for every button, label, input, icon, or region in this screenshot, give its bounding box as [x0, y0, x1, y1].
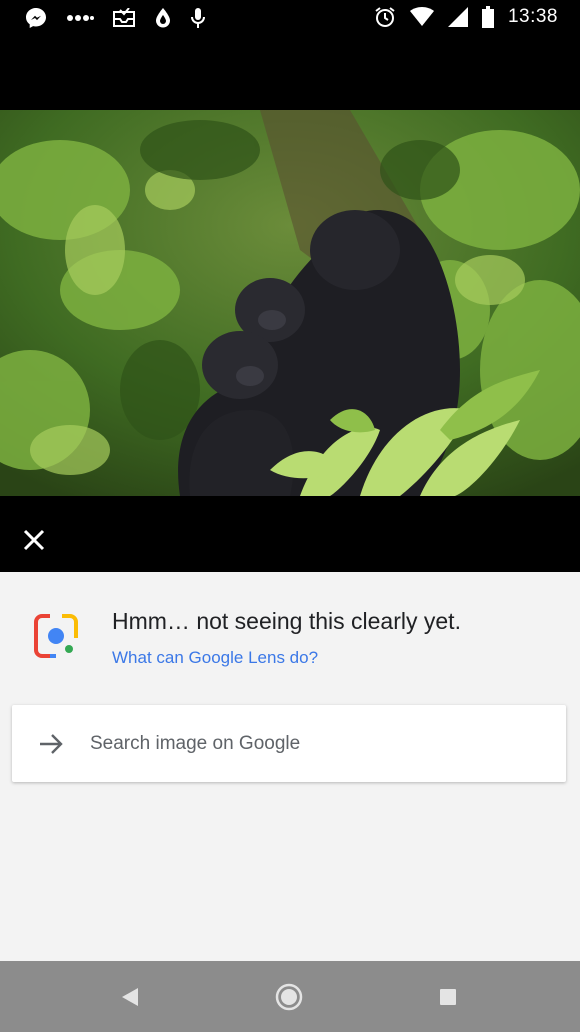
what-can-lens-do-link[interactable]: What can Google Lens do?	[112, 648, 318, 668]
microphone-icon	[190, 7, 206, 29]
lens-result-sheet: Hmm… not seeing this clearly yet. What c…	[0, 572, 580, 961]
close-icon	[20, 529, 48, 558]
home-button[interactable]	[271, 979, 307, 1015]
home-icon	[271, 983, 307, 1019]
navigation-bar	[0, 961, 580, 1032]
lens-headline: Hmm… not seeing this clearly yet.	[112, 608, 461, 634]
recents-button[interactable]	[430, 979, 466, 1015]
clock-time: 13:38	[507, 6, 558, 27]
arrow-right-icon	[38, 731, 64, 757]
close-button[interactable]	[20, 526, 48, 554]
gmail-inbox-icon	[112, 8, 136, 28]
back-button[interactable]	[112, 979, 148, 1015]
drop-icon	[154, 7, 172, 29]
status-bar: 13:38	[0, 0, 580, 36]
search-image-label: Search image on Google	[90, 733, 301, 754]
search-image-on-google-button[interactable]: Search image on Google	[12, 705, 566, 782]
wifi-icon	[409, 7, 434, 27]
battery-icon	[481, 6, 494, 28]
back-icon	[112, 988, 148, 1019]
gorilla-photo	[0, 110, 580, 496]
signal-icon	[447, 7, 468, 27]
messenger-icon	[24, 6, 48, 30]
alarm-icon	[374, 6, 396, 28]
recents-icon	[430, 989, 466, 1019]
more-dots-icon	[66, 12, 94, 24]
google-lens-icon	[32, 612, 80, 660]
